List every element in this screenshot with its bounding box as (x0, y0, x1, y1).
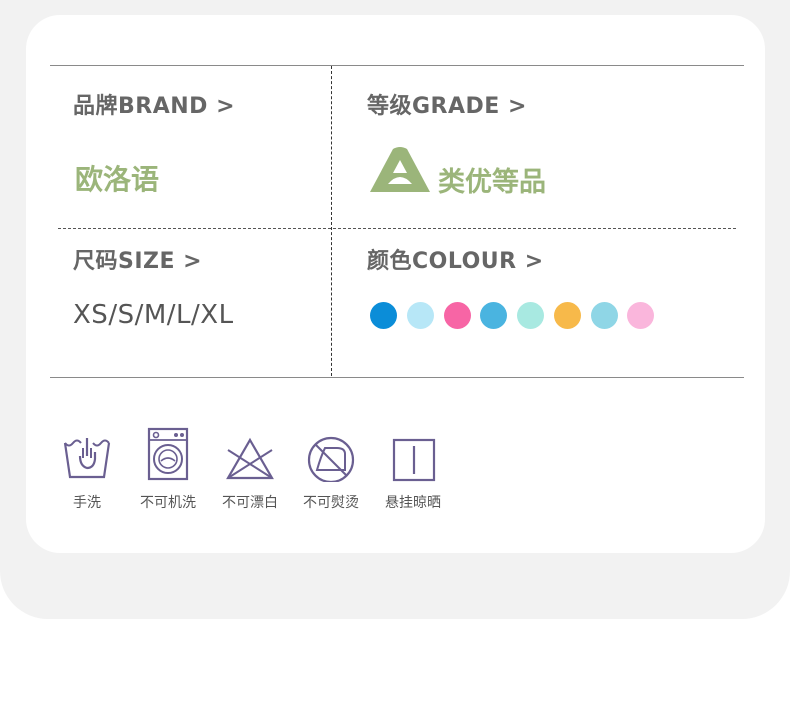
grade-letter-icon (366, 146, 434, 194)
care-no-machine-wash: 不可机洗 (133, 426, 203, 511)
grade-label: 等级GRADE > (367, 94, 527, 119)
colour-swatch[interactable] (480, 302, 507, 329)
size-label: 尺码SIZE > (73, 249, 203, 274)
hang-dry-icon (378, 426, 448, 482)
care-label: 手洗 (73, 495, 101, 511)
colour-swatch[interactable] (591, 302, 618, 329)
top-divider (50, 65, 744, 66)
care-label: 不可漂白 (222, 495, 278, 511)
care-label: 不可熨烫 (303, 495, 359, 511)
colour-swatch[interactable] (627, 302, 654, 329)
colour-swatch[interactable] (554, 302, 581, 329)
brand-value: 欧洛语 (75, 163, 160, 196)
care-hand-wash: 手洗 (52, 426, 122, 511)
care-hang-dry: 悬挂晾晒 (378, 426, 448, 511)
colour-swatch[interactable] (444, 302, 471, 329)
washing-machine-icon (133, 426, 203, 482)
middle-divider (58, 228, 736, 229)
care-label: 不可机洗 (140, 495, 196, 511)
colour-swatch[interactable] (407, 302, 434, 329)
colour-swatch[interactable] (370, 302, 397, 329)
no-iron-icon (296, 426, 366, 482)
column-divider (331, 66, 332, 376)
bottom-divider (50, 377, 744, 378)
colour-label: 颜色COLOUR > (367, 249, 544, 274)
hand-wash-icon (52, 426, 122, 482)
care-no-bleach: 不可漂白 (215, 426, 285, 511)
care-label: 悬挂晾晒 (385, 495, 441, 511)
colour-swatch[interactable] (517, 302, 544, 329)
brand-label: 品牌BRAND > (73, 94, 236, 119)
no-bleach-icon (215, 426, 285, 482)
size-values: XS/S/M/L/XL (73, 300, 234, 330)
grade-value: 类优等品 (438, 167, 546, 198)
care-no-iron: 不可熨烫 (296, 426, 366, 511)
